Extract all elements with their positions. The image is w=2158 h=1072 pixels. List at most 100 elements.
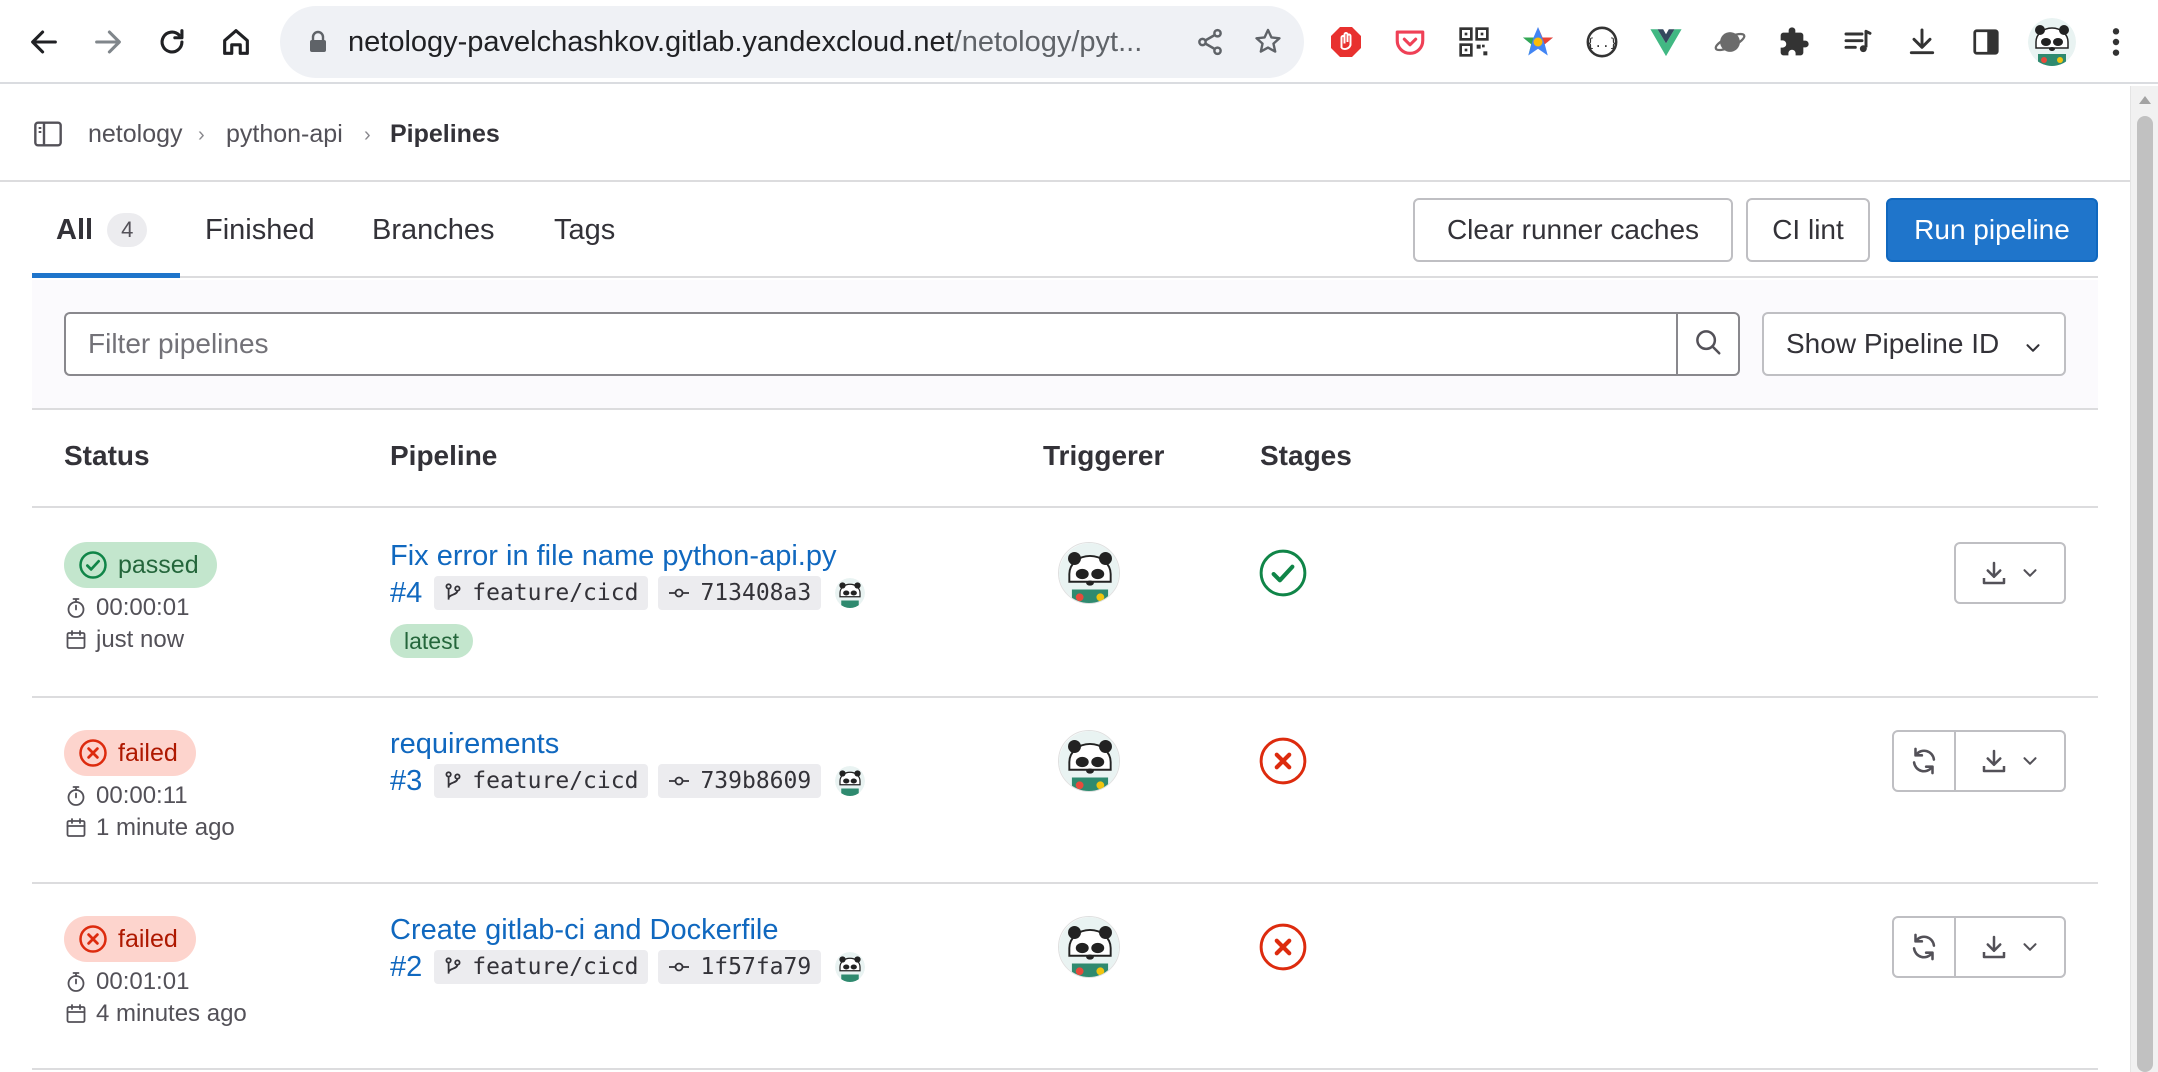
branch-ref[interactable]: feature/cicd <box>434 950 649 984</box>
planet-extension-icon[interactable] <box>1706 18 1754 66</box>
browser-toolbar: netology-pavelchashkov.gitlab.yandexclou… <box>0 0 2158 84</box>
commit-icon <box>669 588 690 598</box>
status-badge[interactable]: passed <box>64 542 217 588</box>
breadcrumb-item-pipelines[interactable]: Pipelines <box>390 120 500 149</box>
download-artifacts-dropdown[interactable] <box>1954 542 2066 604</box>
triggerer-avatar[interactable] <box>1058 542 1120 604</box>
browser-menu-icon[interactable] <box>2092 18 2140 66</box>
svg-text:{..}: {..} <box>1587 36 1618 51</box>
address-bar[interactable]: netology-pavelchashkov.gitlab.yandexclou… <box>280 6 1304 78</box>
calendar-icon <box>66 630 86 649</box>
tab-all-count-badge: 4 <box>107 213 148 247</box>
status-label: failed <box>118 924 178 953</box>
commit-sha[interactable]: 713408a3 <box>658 576 822 610</box>
tab-tags[interactable]: Tags <box>554 182 615 278</box>
bookmark-star-icon[interactable] <box>1246 20 1290 64</box>
reload-icon[interactable] <box>144 14 200 70</box>
sidebar-toggle-icon[interactable] <box>32 118 64 155</box>
pipeline-commit-title-link[interactable]: requirements <box>390 728 559 761</box>
search-icon <box>1693 327 1723 362</box>
pipeline-commit-title-link[interactable]: Create gitlab-ci and Dockerfile <box>390 914 778 947</box>
commit-author-avatar[interactable] <box>835 952 866 982</box>
json-viewer-extension-icon[interactable]: {..} <box>1578 18 1626 66</box>
retry-button[interactable] <box>1892 916 1956 978</box>
url-text: netology-pavelchashkov.gitlab.yandexclou… <box>348 26 1143 58</box>
media-control-icon[interactable] <box>1834 18 1882 66</box>
pipeline-commit-title-link[interactable]: Fix error in file name python-api.py <box>390 540 836 573</box>
pipeline-id-link[interactable]: #4 <box>390 577 422 610</box>
column-header-status: Status <box>64 440 150 471</box>
duration: 00:00:11 <box>64 782 188 810</box>
adblock-extension-icon[interactable] <box>1322 18 1370 66</box>
qr-code-extension-icon[interactable] <box>1450 18 1498 66</box>
pipeline-id-link[interactable]: #3 <box>390 765 422 798</box>
extensions-puzzle-icon[interactable] <box>1770 18 1818 66</box>
branch-icon <box>445 583 461 600</box>
finished-time: just now <box>64 626 184 654</box>
status-label: passed <box>118 550 199 579</box>
dropdown-label: Show Pipeline ID <box>1786 328 2000 359</box>
tab-all[interactable]: All 4 <box>56 182 148 278</box>
status-badge[interactable]: failed <box>64 916 196 962</box>
chevron-down-icon <box>2022 334 2044 366</box>
download-artifacts-dropdown[interactable] <box>1954 730 2066 792</box>
status-failed-icon <box>79 925 107 953</box>
chevron-down-icon <box>2023 943 2037 951</box>
retry-icon <box>1912 747 1936 775</box>
triggerer-avatar[interactable] <box>1058 916 1120 978</box>
filter-pipelines-input[interactable]: Filter pipelines <box>64 312 1678 376</box>
breadcrumb: netology › python-api › Pipelines <box>0 86 2130 182</box>
stage-passed-icon[interactable] <box>1258 548 1308 598</box>
filter-bar: Filter pipelines Show Pipeline ID <box>32 280 2098 410</box>
branch-icon <box>445 957 461 974</box>
column-header-pipeline: Pipeline <box>390 440 498 471</box>
filter-placeholder: Filter pipelines <box>88 328 269 359</box>
pipeline-id-link[interactable]: #2 <box>390 951 422 984</box>
ci-lint-button[interactable]: CI lint <box>1746 198 1870 262</box>
side-panel-icon[interactable] <box>1962 18 2010 66</box>
stage-failed-icon[interactable] <box>1258 736 1308 786</box>
timer-icon <box>67 786 85 806</box>
home-icon[interactable] <box>208 14 264 70</box>
download-artifacts-dropdown[interactable] <box>1954 916 2066 978</box>
tab-finished[interactable]: Finished <box>205 182 315 278</box>
branch-ref[interactable]: feature/cicd <box>434 764 649 798</box>
commit-sha[interactable]: 1f57fa79 <box>658 950 822 984</box>
scroll-up-icon[interactable] <box>2139 96 2151 104</box>
pipeline-tabs: All 4 Finished Branches Tags Clear runne… <box>32 182 2098 278</box>
triggerer-avatar[interactable] <box>1058 730 1120 792</box>
page-scrollbar[interactable] <box>2130 86 2158 1072</box>
status-failed-icon <box>79 739 107 767</box>
finished-time: 4 minutes ago <box>64 1000 247 1028</box>
stage-failed-icon[interactable] <box>1258 922 1308 972</box>
commit-author-avatar[interactable] <box>835 578 866 608</box>
commit-sha[interactable]: 739b8609 <box>658 764 822 798</box>
run-pipeline-button[interactable]: Run pipeline <box>1886 198 2098 262</box>
clear-runner-caches-button[interactable]: Clear runner caches <box>1413 198 1733 262</box>
vue-devtools-extension-icon[interactable] <box>1642 18 1690 66</box>
back-icon[interactable] <box>16 14 72 70</box>
timer-icon <box>67 598 85 618</box>
download-icon <box>1982 561 2006 585</box>
breadcrumb-item-python-api[interactable]: python-api <box>226 120 343 149</box>
status-passed-icon <box>79 551 107 579</box>
status-label: failed <box>118 738 178 767</box>
pocket-extension-icon[interactable] <box>1386 18 1434 66</box>
share-icon[interactable] <box>1188 20 1232 64</box>
commit-author-avatar[interactable] <box>835 766 866 796</box>
tab-branches[interactable]: Branches <box>372 182 495 278</box>
calendar-icon <box>66 1004 86 1023</box>
branch-ref[interactable]: feature/cicd <box>434 576 649 610</box>
breadcrumb-item-netology[interactable]: netology <box>88 120 183 149</box>
branch-icon <box>445 771 461 788</box>
show-pipeline-id-dropdown[interactable]: Show Pipeline ID <box>1762 312 2066 376</box>
scrollbar-thumb[interactable] <box>2137 116 2153 1072</box>
retry-button[interactable] <box>1892 730 1956 792</box>
profile-avatar[interactable] <box>2028 18 2076 66</box>
forward-icon[interactable] <box>80 14 136 70</box>
column-header-stages: Stages <box>1260 440 1352 471</box>
status-badge[interactable]: failed <box>64 730 196 776</box>
filter-search-button[interactable] <box>1676 312 1740 376</box>
color-star-extension-icon[interactable] <box>1514 18 1562 66</box>
downloads-icon[interactable] <box>1898 18 1946 66</box>
